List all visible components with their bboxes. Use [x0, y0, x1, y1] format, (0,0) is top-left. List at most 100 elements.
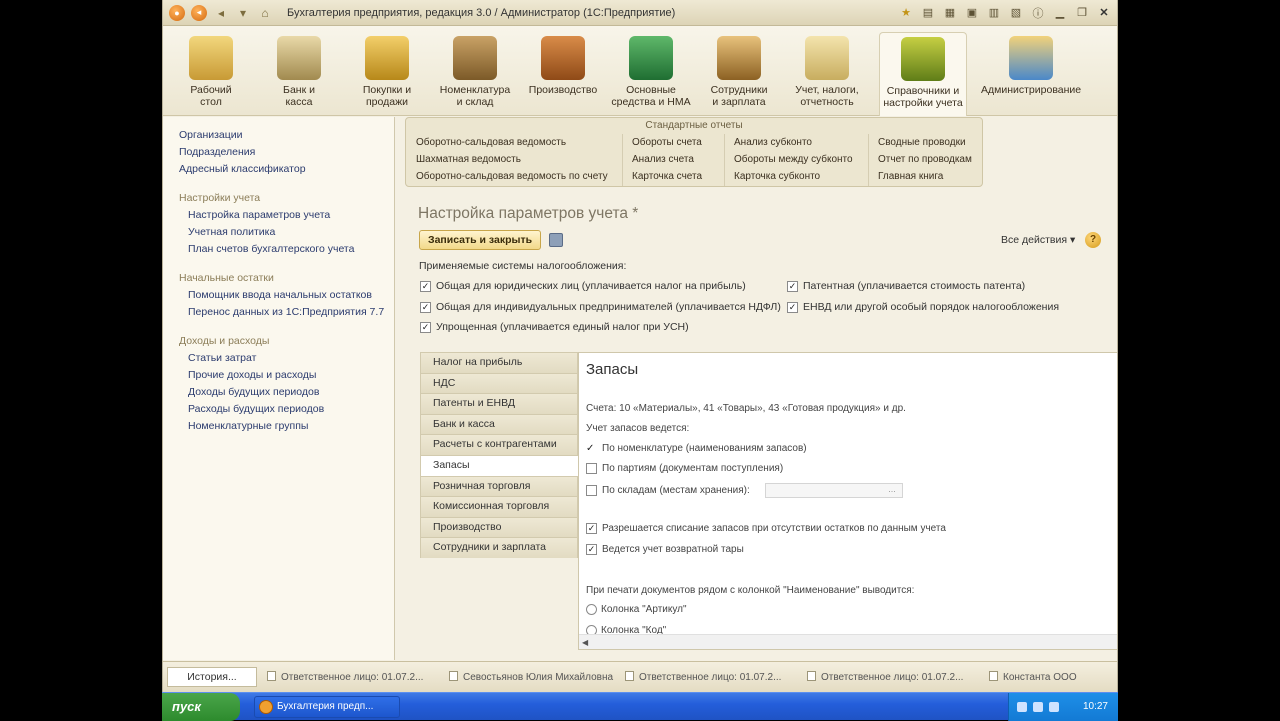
tab-commission[interactable]: Комиссионная торговля: [420, 496, 578, 517]
history-icon[interactable]: ▤: [919, 4, 937, 21]
allow-writeoff-checkbox[interactable]: Разрешается списание запасов при отсутст…: [586, 523, 946, 534]
tax-simplified-checkbox[interactable]: Упрощенная (уплачивается единый налог пр…: [420, 321, 689, 333]
tab-staff-payroll[interactable]: Сотрудники и зарплата: [420, 537, 578, 558]
home-icon[interactable]: ⌂: [257, 5, 273, 21]
section-admin[interactable]: Администрирование: [981, 32, 1081, 116]
back-icon[interactable]: ◂: [191, 4, 207, 21]
history-item[interactable]: Ответственное лицо: 01.07.2...: [267, 671, 423, 683]
history-item[interactable]: Ответственное лицо: 01.07.2...: [625, 671, 781, 683]
favorites-icon[interactable]: ★: [897, 4, 915, 21]
tax-patent-checkbox[interactable]: Патентная (уплачивается стоимость патент…: [787, 280, 1025, 292]
network-icon[interactable]: [1017, 702, 1027, 712]
report-link[interactable]: Шахматная ведомость: [416, 154, 521, 165]
taskbar-app-button[interactable]: Бухгалтерия предп...: [254, 696, 400, 718]
tab-income-tax[interactable]: Налог на прибыль: [420, 352, 578, 373]
help-icon[interactable]: ?: [1085, 232, 1101, 248]
tab-production[interactable]: Производство: [420, 516, 578, 538]
horizontal-scrollbar[interactable]: ◀ ▶: [579, 634, 1117, 649]
nav-link-cost-items[interactable]: Статьи затрат: [163, 350, 394, 367]
nav-link-departments[interactable]: Подразделения: [163, 144, 394, 161]
tax-general-legal-checkbox[interactable]: Общая для юридических лиц (уплачивается …: [420, 280, 746, 292]
section-purchases[interactable]: Покупки и продажи: [343, 32, 431, 116]
report-link[interactable]: Сводные проводки: [878, 137, 966, 148]
storage-select-button[interactable]: ...: [884, 483, 900, 498]
bank-icon: [277, 36, 321, 80]
minimize-button[interactable]: ▁: [1051, 4, 1069, 21]
tab-retail[interactable]: Розничная торговля: [420, 475, 578, 497]
nav-link-chart-of-accounts[interactable]: План счетов бухгалтерского учета: [163, 241, 394, 258]
language-icon[interactable]: [1049, 702, 1059, 712]
history-item[interactable]: Константа ООО: [989, 671, 1077, 683]
app-menu-icon[interactable]: ●: [169, 4, 185, 21]
menu-dropdown-icon[interactable]: ▾: [235, 5, 251, 21]
nav-link-future-expenses[interactable]: Расходы будущих периодов: [163, 401, 394, 418]
zoom-icon[interactable]: ▧: [1007, 4, 1025, 21]
tab-bank-cash[interactable]: Банк и касса: [420, 413, 578, 435]
report-link[interactable]: Оборотно-сальдовая ведомость: [416, 137, 566, 148]
history-item[interactable]: Ответственное лицо: 01.07.2...: [807, 671, 963, 683]
save-icon[interactable]: [549, 233, 563, 247]
report-link[interactable]: Анализ субконто: [734, 137, 812, 148]
nav-link-data-transfer[interactable]: Перенос данных из 1С:Предприятия 7.7: [163, 304, 394, 321]
calculator-icon[interactable]: ▦: [941, 4, 959, 21]
nav-link-accounting-params[interactable]: Настройка параметров учета: [163, 207, 394, 224]
report-link[interactable]: Главная книга: [878, 171, 943, 182]
checkbox[interactable]: [420, 301, 431, 313]
forward-icon[interactable]: ◂: [213, 5, 229, 21]
section-taxes[interactable]: Учет, налоги, отчетность: [783, 32, 871, 116]
section-bank[interactable]: Банк и касса: [255, 32, 343, 116]
checkbox[interactable]: [586, 463, 597, 474]
info-icon[interactable]: ⓘ: [1029, 4, 1047, 21]
by-warehouses-checkbox[interactable]: По складам (местам хранения):: [586, 485, 750, 496]
nav-link-nomenclature-groups[interactable]: Номенклатурные группы: [163, 418, 394, 435]
section-production[interactable]: Производство: [519, 32, 607, 116]
report-link[interactable]: Оборотно-сальдовая ведомость по счету: [416, 171, 608, 182]
history-item[interactable]: Севостьянов Юлия Михайловна: [449, 671, 613, 683]
tab-vat[interactable]: НДС: [420, 372, 578, 394]
report-link[interactable]: Анализ счета: [632, 154, 694, 165]
section-directories[interactable]: Справочники и настройки учета: [879, 32, 967, 116]
restore-button[interactable]: ❐: [1073, 4, 1091, 21]
checkbox[interactable]: [586, 485, 597, 496]
nav-link-accounting-policy[interactable]: Учетная политика: [163, 224, 394, 241]
checkbox[interactable]: [420, 280, 431, 292]
checkbox[interactable]: [586, 523, 597, 534]
all-actions-menu[interactable]: Все действия ▾: [1001, 234, 1075, 246]
nav-link-future-income[interactable]: Доходы будущих периодов: [163, 384, 394, 401]
checkbox[interactable]: [787, 301, 798, 313]
section-assets[interactable]: Основные средства и НМА: [607, 32, 695, 116]
nav-link-balances-wizard[interactable]: Помощник ввода начальных остатков: [163, 287, 394, 304]
checkbox[interactable]: [787, 280, 798, 292]
close-button[interactable]: ✕: [1095, 4, 1113, 21]
section-desktop[interactable]: Рабочий стол: [167, 32, 255, 116]
radio-button[interactable]: [586, 604, 597, 615]
report-link[interactable]: Обороты между субконто: [734, 154, 853, 165]
report-link[interactable]: Обороты счета: [632, 137, 702, 148]
nav-link-address-classifier[interactable]: Адресный классификатор: [163, 161, 394, 178]
by-batches-checkbox[interactable]: По партиям (документам поступления): [586, 463, 783, 474]
tax-envd-checkbox[interactable]: ЕНВД или другой особый порядок налогообл…: [787, 301, 1059, 313]
checkbox[interactable]: [586, 544, 597, 555]
section-nomenclature[interactable]: Номенклатура и склад: [431, 32, 519, 116]
tab-counterparties[interactable]: Расчеты с контрагентами: [420, 434, 578, 455]
history-button[interactable]: История...: [167, 667, 257, 687]
tab-inventory[interactable]: Запасы: [420, 454, 578, 476]
section-staff[interactable]: Сотрудники и зарплата: [695, 32, 783, 116]
returnable-packaging-checkbox[interactable]: Ведется учет возвратной тары: [586, 544, 744, 555]
volume-icon[interactable]: [1033, 702, 1043, 712]
report-link[interactable]: Карточка субконто: [734, 171, 820, 182]
calendar-icon[interactable]: ▣: [963, 4, 981, 21]
nav-link-other-income[interactable]: Прочие доходы и расходы: [163, 367, 394, 384]
storage-places-field[interactable]: [765, 483, 903, 498]
memory-icon[interactable]: ▥: [985, 4, 1003, 21]
report-link[interactable]: Карточка счета: [632, 171, 702, 182]
start-button[interactable]: пуск: [162, 693, 240, 721]
checkbox[interactable]: [420, 321, 431, 333]
tax-general-ip-checkbox[interactable]: Общая для индивидуальных предпринимателе…: [420, 301, 781, 313]
report-link[interactable]: Отчет по проводкам: [878, 154, 972, 165]
radio-article[interactable]: Колонка "Артикул": [586, 604, 687, 615]
scroll-left-icon[interactable]: ◀: [582, 638, 588, 647]
tab-patents-envd[interactable]: Патенты и ЕНВД: [420, 393, 578, 414]
save-and-close-button[interactable]: Записать и закрыть: [419, 230, 542, 250]
nav-link-organizations[interactable]: Организации: [163, 127, 394, 144]
